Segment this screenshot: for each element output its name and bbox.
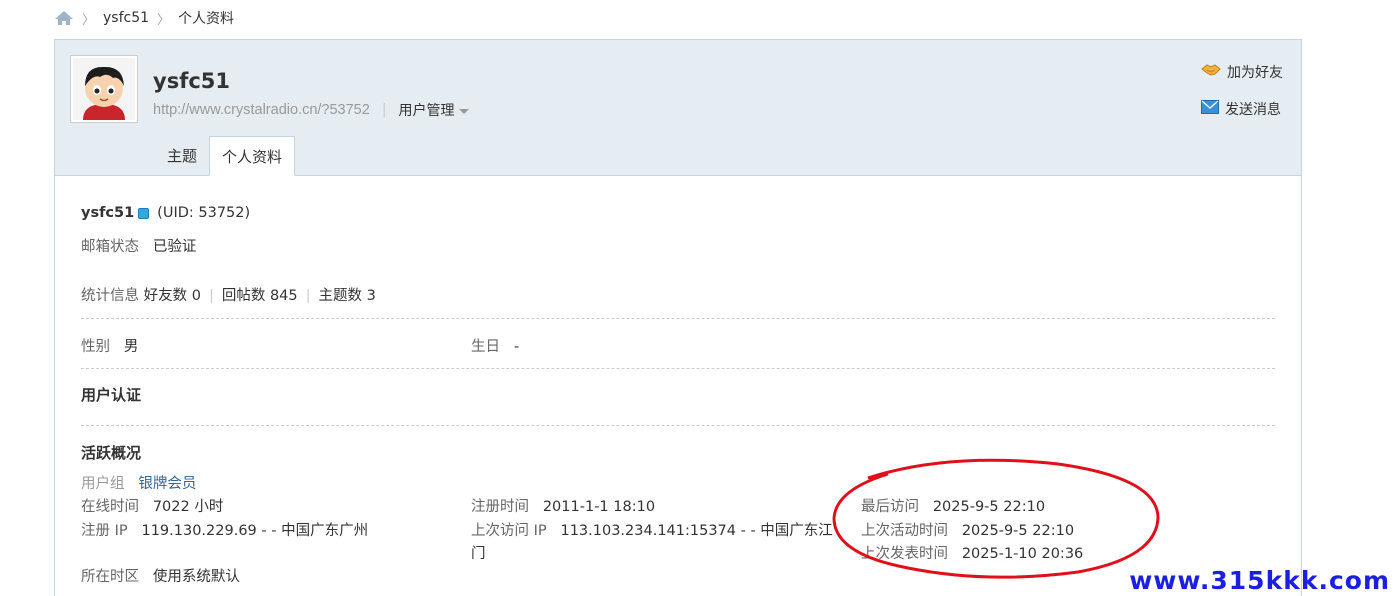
profile-name-row: ysfc51 (UID: 53752) — [81, 205, 250, 221]
reg-time-row: 注册时间 2011-1-1 18:10 — [471, 495, 655, 516]
replies-count[interactable]: 回帖数 845 — [222, 288, 298, 304]
usergroup-value[interactable]: 银牌会员 — [138, 476, 196, 492]
add-friend-button[interactable]: 加为好友 — [1201, 60, 1283, 84]
divider — [81, 425, 1275, 426]
reg-ip-row: 注册 IP 119.130.229.69 - - 中国广东广州 — [81, 519, 368, 540]
profile-meta-line: http://www.crystalradio.cn/?53752 | 用户管理 — [153, 100, 469, 120]
online-time-value: 7022 小时 — [152, 499, 224, 515]
breadcrumb-separator: 〉 — [157, 12, 171, 28]
envelope-icon — [1201, 100, 1225, 118]
divider — [81, 368, 1275, 369]
email-status-row: 邮箱状态 已验证 — [81, 235, 196, 256]
section-verification: 用户认证 — [81, 386, 142, 404]
profile-uid: (UID: 53752) — [157, 205, 251, 221]
profile-header: ysfc51 http://www.crystalradio.cn/?53752… — [55, 40, 1301, 176]
reg-time-value: 2011-1-1 18:10 — [542, 499, 656, 515]
reg-time-label: 注册时间 — [471, 499, 529, 515]
birthday-value: - — [513, 339, 520, 355]
breadcrumb-separator: 〉 — [82, 12, 96, 28]
stats-row: 统计信息 好友数 0 | 回帖数 845 | 主题数 3 — [81, 284, 376, 305]
last-ip-value: 113.103.234.141:15374 - - 中国广东江 — [560, 523, 833, 539]
last-ip-label: 上次访问 IP — [471, 523, 547, 539]
tab-profile[interactable]: 个人资料 — [209, 136, 296, 176]
handshake-icon — [1201, 62, 1227, 82]
user-manage-label: 用户管理 — [398, 103, 455, 119]
breadcrumb: 〉 ysfc51 〉 个人资料 — [54, 6, 234, 30]
online-time-label: 在线时间 — [81, 499, 139, 515]
vip-icon — [138, 207, 150, 219]
divider: | — [208, 288, 214, 304]
last-ip-row-wrap: 门 — [471, 542, 486, 563]
friends-count[interactable]: 好友数 0 — [144, 288, 201, 304]
reg-ip-label: 注册 IP — [81, 523, 128, 539]
stats-label: 统计信息 — [81, 288, 139, 304]
user-manage-menu[interactable]: 用户管理 — [399, 100, 469, 120]
reg-ip-value: 119.130.229.69 - - 中国广东广州 — [141, 523, 369, 539]
profile-username: ysfc51 — [153, 69, 230, 93]
usergroup-row: 用户组 银牌会员 — [81, 472, 196, 493]
topics-count[interactable]: 主题数 3 — [319, 288, 376, 304]
birthday-label: 生日 — [471, 339, 500, 355]
timezone-label: 所在时区 — [81, 569, 139, 585]
usergroup-label: 用户组 — [81, 476, 125, 492]
breadcrumb-user-link[interactable]: ysfc51 — [103, 10, 149, 26]
profile-actions: 加为好友 发送消息 — [1201, 60, 1283, 134]
avatar[interactable] — [70, 55, 138, 123]
profile-name: ysfc51 — [81, 205, 135, 221]
gender-row: 性别 男 — [81, 335, 138, 356]
divider: | — [305, 288, 311, 304]
last-ip-row: 上次访问 IP 113.103.234.141:15374 - - 中国广东江 — [471, 519, 833, 540]
add-friend-label: 加为好友 — [1227, 65, 1283, 81]
send-message-label: 发送消息 — [1225, 102, 1281, 118]
send-message-button[interactable]: 发送消息 — [1201, 97, 1283, 121]
email-status-value: 已验证 — [152, 239, 197, 255]
home-icon[interactable] — [54, 9, 74, 27]
divider — [81, 318, 1275, 319]
birthday-row: 生日 - — [471, 335, 519, 356]
gender-label: 性别 — [81, 339, 110, 355]
last-ip-value-wrap: 门 — [471, 546, 486, 562]
divider: | — [381, 102, 387, 118]
tab-topics[interactable]: 主题 — [155, 136, 209, 176]
timezone-row: 所在时区 使用系统默认 — [81, 565, 240, 586]
breadcrumb-current: 个人资料 — [178, 11, 235, 27]
timezone-value: 使用系统默认 — [152, 569, 240, 585]
profile-url[interactable]: http://www.crystalradio.cn/?53752 — [153, 102, 370, 118]
annotation-circle — [832, 458, 1160, 579]
profile-tabs: 主题 个人资料 — [155, 136, 296, 176]
chevron-down-icon — [458, 108, 469, 114]
online-time-row: 在线时间 7022 小时 — [81, 495, 223, 516]
gender-value: 男 — [123, 339, 139, 355]
section-activity: 活跃概况 — [81, 444, 142, 462]
watermark: www.315kkk.com — [1129, 566, 1390, 595]
email-status-label: 邮箱状态 — [81, 239, 139, 255]
